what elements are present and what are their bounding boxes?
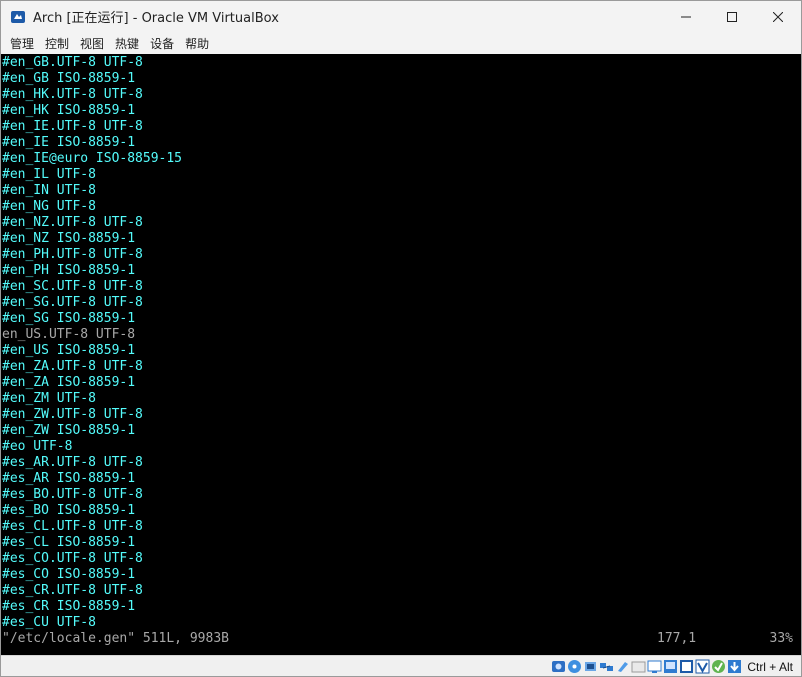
vm-console[interactable]: #en_GB.UTF-8 UTF-8 #en_GB ISO-8859-1 #en_H… bbox=[1, 54, 801, 655]
menu-hotkeys[interactable]: 热键 bbox=[115, 35, 139, 52]
hard-disk-icon[interactable] bbox=[551, 659, 566, 674]
menu-bar: 管理 控制 视图 热键 设备 帮助 bbox=[1, 32, 801, 54]
title-bar[interactable]: Arch [正在运行] - Oracle VM VirtualBox bbox=[1, 1, 801, 32]
menu-help[interactable]: 帮助 bbox=[185, 35, 209, 52]
terminal-line: #en_IE.UTF-8 UTF-8 bbox=[2, 119, 143, 134]
terminal-line: #es_CR ISO-8859-1 bbox=[2, 599, 136, 614]
terminal-line: #en_HK ISO-8859-1 bbox=[2, 103, 136, 118]
network-icon[interactable] bbox=[599, 659, 614, 674]
audio-icon[interactable] bbox=[583, 659, 598, 674]
device-tray: Ctrl + Alt bbox=[551, 658, 793, 675]
terminal-line: #en_PH ISO-8859-1 bbox=[2, 263, 136, 278]
minimize-button[interactable] bbox=[663, 1, 709, 32]
host-key-icon[interactable] bbox=[727, 659, 742, 674]
display-icon[interactable] bbox=[647, 659, 662, 674]
terminal-line: #en_ZW ISO-8859-1 bbox=[2, 423, 136, 438]
terminal-line: #en_NZ ISO-8859-1 bbox=[2, 231, 136, 246]
terminal-line: #es_BO.UTF-8 UTF-8 bbox=[2, 487, 143, 502]
terminal-line: #en_GB.UTF-8 UTF-8 bbox=[2, 55, 143, 70]
terminal-line: #en_SG.UTF-8 UTF-8 bbox=[2, 295, 143, 310]
window-title: Arch [正在运行] - Oracle VM VirtualBox bbox=[33, 11, 279, 26]
status-scroll-percent: 33% bbox=[769, 631, 793, 646]
terminal-line: #es_CO ISO-8859-1 bbox=[2, 567, 136, 582]
close-button[interactable] bbox=[755, 1, 801, 32]
terminal-line: #es_CO.UTF-8 UTF-8 bbox=[2, 551, 143, 566]
terminal-lines: #en_GB.UTF-8 UTF-8 #en_GB ISO-8859-1 #en_H… bbox=[2, 55, 182, 631]
terminal-line: #en_SG ISO-8859-1 bbox=[2, 311, 136, 326]
optical-drive-icon[interactable] bbox=[567, 659, 582, 674]
virtualbox-app-icon bbox=[10, 9, 26, 25]
status-cursor-position: 177,1 bbox=[657, 631, 697, 646]
usb-icon[interactable] bbox=[615, 659, 630, 674]
status-file-info: "/etc/locale.gen" 511L, 9983B bbox=[2, 631, 229, 646]
terminal-line: #en_US ISO-8859-1 bbox=[2, 343, 136, 358]
video-capture-icon[interactable] bbox=[663, 659, 678, 674]
terminal-line: #eo UTF-8 bbox=[2, 439, 73, 454]
menu-view[interactable]: 视图 bbox=[80, 35, 104, 52]
terminal-line: #en_ZA.UTF-8 UTF-8 bbox=[2, 359, 143, 374]
menu-devices[interactable]: 设备 bbox=[150, 35, 174, 52]
terminal-line: #en_ZW.UTF-8 UTF-8 bbox=[2, 407, 143, 422]
terminal-line: #es_AR.UTF-8 UTF-8 bbox=[2, 455, 143, 470]
terminal-line: #en_NG UTF-8 bbox=[2, 199, 96, 214]
maximize-icon bbox=[727, 11, 737, 22]
shared-folders-icon[interactable] bbox=[631, 659, 646, 674]
terminal-line: #en_IL UTF-8 bbox=[2, 167, 96, 182]
terminal-line: #en_ZM UTF-8 bbox=[2, 391, 96, 406]
terminal-line: #es_BO ISO-8859-1 bbox=[2, 503, 136, 518]
terminal-line: #en_ZA ISO-8859-1 bbox=[2, 375, 136, 390]
guest-additions-icon[interactable] bbox=[695, 659, 710, 674]
terminal-line: en_US.UTF-8 UTF-8 bbox=[2, 327, 136, 342]
minimize-icon bbox=[681, 16, 691, 17]
menu-control[interactable]: 控制 bbox=[45, 35, 69, 52]
terminal-line: #es_CL.UTF-8 UTF-8 bbox=[2, 519, 143, 534]
virtualization-icon[interactable] bbox=[679, 659, 694, 674]
vim-status-line: "/etc/locale.gen" 511L, 9983B 177,1 33% bbox=[1, 631, 801, 647]
terminal-line: #en_IE ISO-8859-1 bbox=[2, 135, 136, 150]
terminal-line: #es_AR ISO-8859-1 bbox=[2, 471, 136, 486]
vm-status-bar: Ctrl + Alt bbox=[1, 655, 801, 676]
terminal-line: #es_CR.UTF-8 UTF-8 bbox=[2, 583, 143, 598]
terminal-line: #en_NZ.UTF-8 UTF-8 bbox=[2, 215, 143, 230]
terminal-line: #en_HK.UTF-8 UTF-8 bbox=[2, 87, 143, 102]
mouse-integration-icon[interactable] bbox=[711, 659, 726, 674]
maximize-button[interactable] bbox=[709, 1, 755, 32]
terminal-line: #es_CL ISO-8859-1 bbox=[2, 535, 136, 550]
terminal-line: #es_CU UTF-8 bbox=[2, 615, 96, 630]
virtualbox-window: Arch [正在运行] - Oracle VM VirtualBox 管理 控制… bbox=[0, 0, 802, 677]
terminal-line: #en_GB ISO-8859-1 bbox=[2, 71, 136, 86]
close-icon bbox=[773, 11, 783, 22]
terminal-line: #en_IN UTF-8 bbox=[2, 183, 96, 198]
terminal-line: #en_PH.UTF-8 UTF-8 bbox=[2, 247, 143, 262]
terminal-line: #en_SC.UTF-8 UTF-8 bbox=[2, 279, 143, 294]
host-key-label: Ctrl + Alt bbox=[747, 659, 793, 674]
terminal-line: #en_IE@euro ISO-8859-15 bbox=[2, 151, 183, 166]
menu-manage[interactable]: 管理 bbox=[10, 35, 34, 52]
